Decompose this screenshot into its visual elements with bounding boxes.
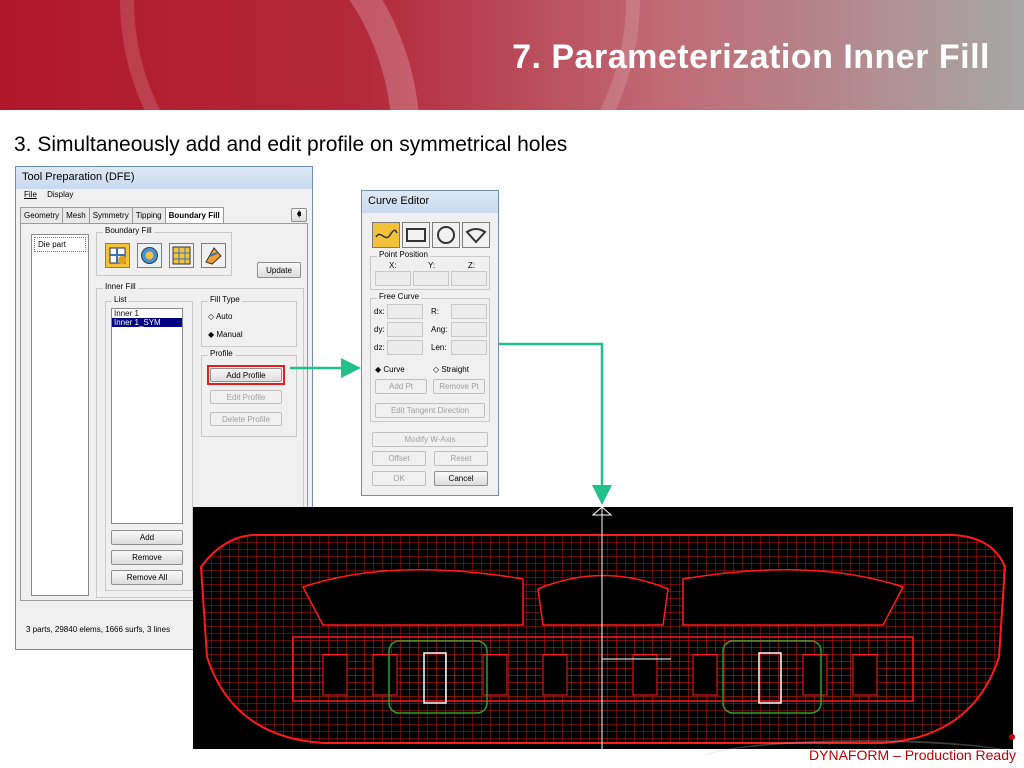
ang-field[interactable] — [451, 322, 487, 337]
free-curve-group: Free Curve dx: R: dy: Ang: dz: Len: ◆ Cu… — [370, 292, 490, 422]
fill-type-auto-radio[interactable]: ◇ Auto — [208, 312, 232, 321]
tab-boundary-fill[interactable]: Boundary Fill — [164, 207, 224, 223]
group-label: List — [112, 295, 129, 304]
r-label: R: — [431, 307, 439, 316]
radio-label: Auto — [215, 312, 233, 321]
list-group: List Inner 1 Inner 1_SYM Add Remove Remo… — [105, 295, 193, 591]
group-label: Free Curve — [377, 292, 422, 301]
y-label: Y: — [428, 261, 436, 270]
dz-field[interactable] — [387, 340, 423, 355]
radio-label: Curve — [383, 365, 405, 374]
upper-cavity-right — [682, 568, 905, 626]
fill-shape-icon[interactable] — [201, 243, 226, 268]
menu-bar: File Display — [24, 190, 81, 199]
r-field[interactable] — [451, 304, 487, 319]
fill-type-group: Fill Type ◇ Auto ◆ Manual — [201, 295, 297, 347]
inner-fill-list[interactable]: Inner 1 Inner 1_SYM — [111, 308, 183, 524]
list-item-selected[interactable]: Inner 1_SYM — [112, 318, 182, 327]
list-item[interactable]: Inner 1 — [112, 309, 182, 318]
x-label: X: — [389, 261, 397, 270]
fill-fillet-icon[interactable] — [137, 243, 162, 268]
len-label: Len: — [431, 343, 447, 352]
slot-icon[interactable] — [462, 222, 490, 248]
z-field[interactable] — [451, 271, 487, 286]
slide-title: 7. Parameterization Inner Fill — [512, 38, 990, 76]
mesh-viewport[interactable] — [193, 507, 1013, 749]
rectangle-icon[interactable] — [402, 222, 430, 248]
radio-label: Manual — [216, 330, 243, 339]
ang-label: Ang: — [431, 325, 448, 334]
modify-w-axis-button[interactable]: Modify W-Axis — [372, 432, 488, 447]
delete-profile-button[interactable]: Delete Profile — [210, 412, 282, 426]
menu-display[interactable]: Display — [47, 190, 73, 199]
arrow-to-mesh — [499, 342, 612, 505]
update-button[interactable]: Update — [257, 262, 301, 278]
add-pt-button[interactable]: Add Pt — [375, 379, 427, 394]
ok-button[interactable]: OK — [372, 471, 426, 486]
die-mesh — [199, 507, 1007, 749]
z-label: Z: — [468, 261, 476, 270]
dialog-title: Curve Editor — [362, 191, 498, 213]
fill-grid-icon[interactable] — [169, 243, 194, 268]
add-button[interactable]: Add — [111, 530, 183, 545]
edit-profile-button[interactable]: Edit Profile — [210, 390, 282, 404]
menu-file[interactable]: File — [24, 190, 37, 199]
slide-header: 7. Parameterization Inner Fill — [0, 0, 1024, 110]
boundary-fill-group: Boundary Fill — [96, 226, 232, 276]
tab-mesh[interactable]: Mesh — [62, 207, 90, 223]
part-list[interactable]: Die part — [31, 234, 89, 596]
list-item[interactable]: Die part — [34, 237, 86, 252]
status-bar: 3 parts, 29840 elems, 1666 surfs, 3 line… — [26, 625, 171, 634]
pin-button[interactable]: 🡀 — [291, 208, 307, 222]
upper-cavity-center — [537, 574, 669, 626]
remove-all-button[interactable]: Remove All — [111, 570, 183, 585]
profile-group: Profile Add Profile Edit Profile Delete … — [201, 349, 297, 437]
point-position-group: Point Position X: Y: Z: — [370, 250, 490, 290]
offset-button[interactable]: Offset — [372, 451, 426, 466]
group-label: Point Position — [377, 250, 430, 259]
x-field[interactable] — [375, 271, 411, 286]
fill-type-manual-radio[interactable]: ◆ Manual — [208, 330, 243, 339]
fill-boundary-icon[interactable] — [105, 243, 130, 268]
group-label: Fill Type — [208, 295, 242, 304]
remove-button[interactable]: Remove — [111, 550, 183, 565]
curve-editor-dialog: Curve Editor Point Position X: Y: Z: Fre… — [361, 190, 499, 496]
tab-symmetry[interactable]: Symmetry — [88, 207, 133, 223]
add-profile-button[interactable]: Add Profile — [210, 368, 282, 382]
dy-field[interactable] — [387, 322, 423, 337]
cancel-button[interactable]: Cancel — [434, 471, 488, 486]
slide-subtitle: 3. Simultaneously add and edit profile o… — [14, 133, 568, 156]
tab-geometry[interactable]: Geometry — [20, 207, 64, 223]
free-curve-icon[interactable] — [372, 222, 400, 248]
dz-label: dz: — [374, 343, 385, 352]
upper-cavity-left — [301, 568, 524, 626]
curve-radio[interactable]: ◆ Curve — [375, 365, 405, 374]
tab-bar: Geometry Mesh Symmetry Tipping Boundary … — [20, 207, 224, 223]
remove-pt-button[interactable]: Remove Pt — [433, 379, 485, 394]
reset-button[interactable]: Reset — [434, 451, 488, 466]
y-field[interactable] — [413, 271, 449, 286]
tab-tipping[interactable]: Tipping — [131, 207, 166, 223]
edit-tangent-button[interactable]: Edit Tangent Direction — [375, 403, 485, 418]
radio-label: Straight — [441, 365, 469, 374]
dx-field[interactable] — [387, 304, 423, 319]
circle-icon[interactable] — [432, 222, 460, 248]
straight-radio[interactable]: ◇ Straight — [433, 365, 469, 374]
dx-label: dx: — [374, 307, 385, 316]
footer-dot — [1009, 734, 1015, 740]
len-field[interactable] — [451, 340, 487, 355]
group-label: Profile — [208, 349, 235, 358]
footer-text: DYNAFORM – Production Ready — [809, 747, 1016, 763]
dy-label: dy: — [374, 325, 385, 334]
group-label: Boundary Fill — [103, 226, 154, 235]
dialog-title: Tool Preparation (DFE) — [16, 167, 312, 189]
group-label: Inner Fill — [103, 282, 138, 291]
